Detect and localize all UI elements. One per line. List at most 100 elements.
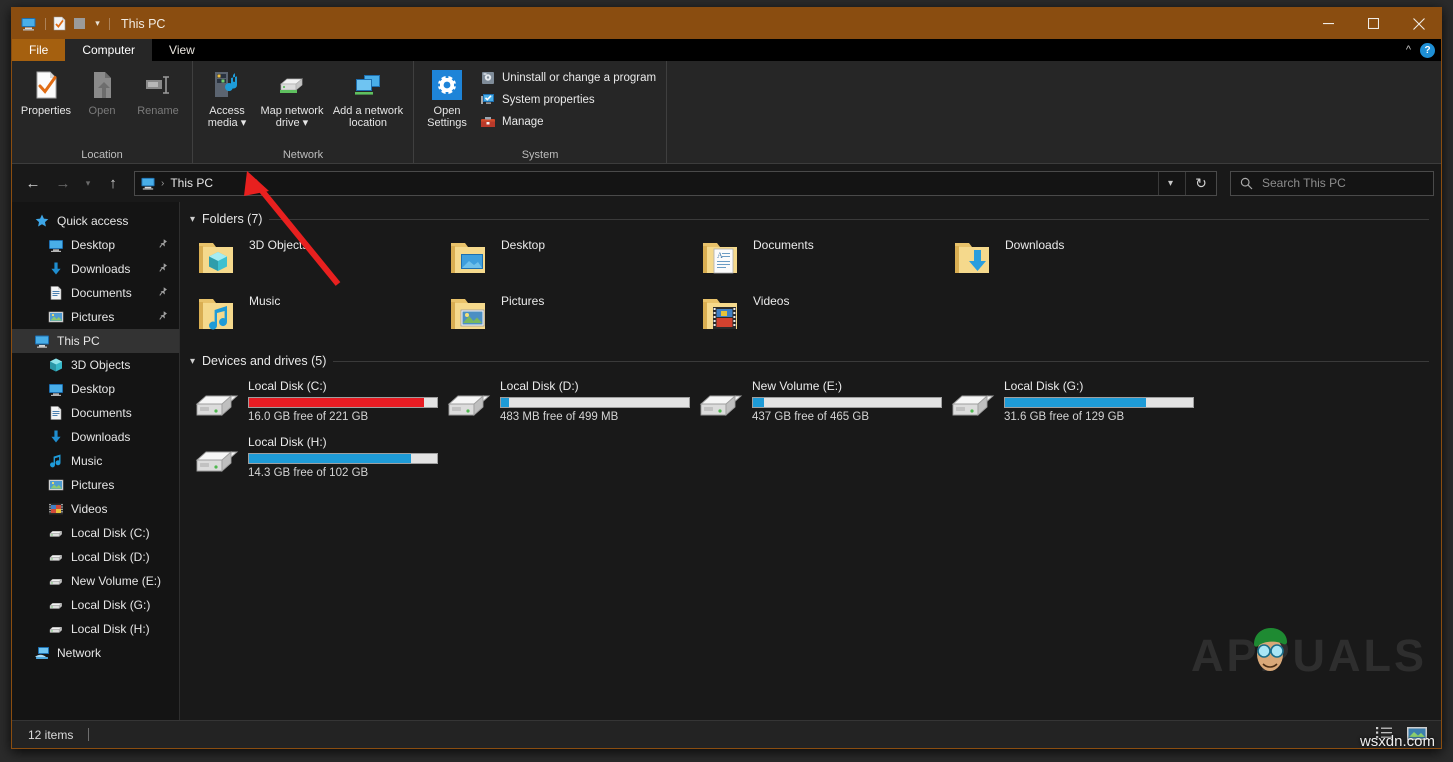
- collapse-ribbon-chevron-up-icon[interactable]: ^: [1406, 44, 1411, 56]
- add-network-location-button[interactable]: Add a network location: [329, 65, 407, 129]
- tab-file[interactable]: File: [12, 39, 65, 61]
- sidebar-item-this-pc[interactable]: This PC: [12, 329, 179, 353]
- pin-icon[interactable]: [153, 284, 170, 302]
- properties-button[interactable]: Properties: [18, 65, 74, 117]
- documents-icon: [48, 285, 64, 301]
- drive-tile[interactable]: New Volume (E:)437 GB free of 465 GB: [698, 372, 950, 428]
- status-item-count: 12 items: [28, 728, 73, 742]
- system-properties-icon: [480, 92, 496, 108]
- pin-icon[interactable]: [153, 260, 170, 278]
- search-input[interactable]: [1262, 176, 1412, 190]
- new-folder-icon[interactable]: [71, 15, 88, 32]
- folder-tile[interactable]: Pictures: [446, 286, 698, 342]
- sidebar-item-label: Quick access: [57, 214, 128, 228]
- properties-icon[interactable]: [51, 15, 68, 32]
- this-pc-icon: [140, 175, 156, 191]
- qat-divider: [45, 18, 46, 30]
- customize-qat-chevron-icon[interactable]: ▾: [91, 15, 104, 32]
- folders-section-header[interactable]: ▾ Folders (7): [180, 208, 1441, 230]
- breadcrumb[interactable]: › This PC: [140, 175, 213, 191]
- rename-button[interactable]: Rename: [130, 65, 186, 117]
- sidebar-item-label: Pictures: [71, 310, 114, 324]
- folders-section-title: Folders (7): [202, 212, 262, 226]
- close-button[interactable]: [1396, 8, 1441, 39]
- folder-tile[interactable]: Videos: [698, 286, 950, 342]
- drive-tile[interactable]: Local Disk (G:)31.6 GB free of 129 GB: [950, 372, 1202, 428]
- drive-name: Local Disk (C:): [248, 379, 438, 393]
- drive-capacity-bar: [752, 397, 942, 408]
- folder-tile[interactable]: Downloads: [950, 230, 1202, 286]
- sidebar-item-local-disk-h[interactable]: Local Disk (H:): [12, 617, 179, 641]
- sidebar-item-documents[interactable]: Documents: [12, 281, 179, 305]
- maximize-button[interactable]: [1351, 8, 1396, 39]
- folder-tile[interactable]: 3D Objects: [194, 230, 446, 286]
- drive-free-space: 483 MB free of 499 MB: [500, 411, 690, 423]
- drive-tile[interactable]: Local Disk (D:)483 MB free of 499 MB: [446, 372, 698, 428]
- sidebar-item-downloads[interactable]: Downloads: [12, 425, 179, 449]
- sidebar-item-local-disk-c[interactable]: Local Disk (C:): [12, 521, 179, 545]
- back-arrow-icon[interactable]: ←: [19, 170, 47, 196]
- sidebar-item-label: New Volume (E:): [71, 574, 161, 588]
- pictures-icon: [48, 477, 64, 493]
- address-dropdown-chevron-down-icon[interactable]: ▾: [1158, 172, 1182, 195]
- status-divider: [88, 728, 89, 741]
- sidebar-item-quick-access[interactable]: Quick access: [12, 209, 179, 233]
- drives-collapse-chevron-icon[interactable]: ▾: [190, 356, 195, 367]
- pin-icon[interactable]: [153, 236, 170, 254]
- manage-button[interactable]: Manage: [476, 111, 660, 133]
- drive-tile[interactable]: Local Disk (C:)16.0 GB free of 221 GB: [194, 372, 446, 428]
- folders-collapse-chevron-icon[interactable]: ▾: [190, 214, 195, 225]
- map-network-drive-button[interactable]: Map network drive ▾: [255, 65, 329, 129]
- open-button[interactable]: Open: [74, 65, 130, 117]
- sidebar-item-3d-objects[interactable]: 3D Objects: [12, 353, 179, 377]
- sidebar-item-documents[interactable]: Documents: [12, 401, 179, 425]
- open-settings-button[interactable]: Open Settings: [420, 65, 474, 129]
- folder-tile[interactable]: ADocuments: [698, 230, 950, 286]
- drive-tile[interactable]: Local Disk (H:)14.3 GB free of 102 GB: [194, 428, 446, 484]
- pin-icon[interactable]: [153, 308, 170, 326]
- uninstall-program-button[interactable]: Uninstall or change a program: [476, 67, 660, 89]
- tab-view[interactable]: View: [152, 39, 212, 61]
- rename-label: Rename: [137, 105, 179, 117]
- sidebar-item-desktop[interactable]: Desktop: [12, 233, 179, 257]
- desktop-icon: [48, 381, 64, 397]
- this-pc-icon[interactable]: [20, 15, 37, 32]
- sidebar-item-pictures[interactable]: Pictures: [12, 473, 179, 497]
- sidebar-item-label: Documents: [71, 406, 132, 420]
- help-button[interactable]: ?: [1420, 43, 1435, 58]
- window-controls: [1306, 8, 1441, 39]
- folder-tile[interactable]: Music: [194, 286, 446, 342]
- sidebar-item-network[interactable]: Network: [12, 641, 179, 665]
- videos-icon: [48, 501, 64, 517]
- sidebar-item-label: Local Disk (D:): [71, 550, 150, 564]
- address-bar[interactable]: › This PC ▾ ↻: [134, 171, 1217, 196]
- system-small-buttons: Uninstall or change a program: [476, 65, 660, 133]
- sidebar-item-videos[interactable]: Videos: [12, 497, 179, 521]
- access-media-button[interactable]: Access media ▾: [199, 65, 255, 129]
- drive-icon: [950, 386, 998, 434]
- minimize-button[interactable]: [1306, 8, 1351, 39]
- sidebar-item-pictures[interactable]: Pictures: [12, 305, 179, 329]
- sidebar-item-local-disk-d[interactable]: Local Disk (D:): [12, 545, 179, 569]
- sidebar-item-downloads[interactable]: Downloads: [12, 257, 179, 281]
- system-properties-button[interactable]: System properties: [476, 89, 660, 111]
- folder-tile[interactable]: Desktop: [446, 230, 698, 286]
- drives-section-header[interactable]: ▾ Devices and drives (5): [180, 350, 1441, 372]
- status-bar: 12 items wsxdn.com: [12, 720, 1441, 748]
- sidebar-item-desktop[interactable]: Desktop: [12, 377, 179, 401]
- ribbon-group-location-label: Location: [12, 147, 192, 163]
- tab-computer[interactable]: Computer: [65, 39, 152, 61]
- manage-icon: [480, 114, 496, 130]
- sidebar-item-new-volume-e[interactable]: New Volume (E:): [12, 569, 179, 593]
- tab-strip-right-controls: ^ ?: [1406, 39, 1435, 61]
- sidebar-item-label: Music: [71, 454, 102, 468]
- recent-locations-chevron-icon[interactable]: ▾: [79, 170, 97, 196]
- sidebar-item-local-disk-g[interactable]: Local Disk (G:): [12, 593, 179, 617]
- search-box[interactable]: [1230, 171, 1434, 196]
- drive-free-space: 14.3 GB free of 102 GB: [248, 467, 438, 479]
- refresh-icon[interactable]: ↻: [1185, 172, 1216, 195]
- up-arrow-icon[interactable]: ↑: [99, 170, 127, 196]
- this-pc-icon: [34, 333, 50, 349]
- sidebar-item-music[interactable]: Music: [12, 449, 179, 473]
- forward-arrow-icon[interactable]: →: [49, 170, 77, 196]
